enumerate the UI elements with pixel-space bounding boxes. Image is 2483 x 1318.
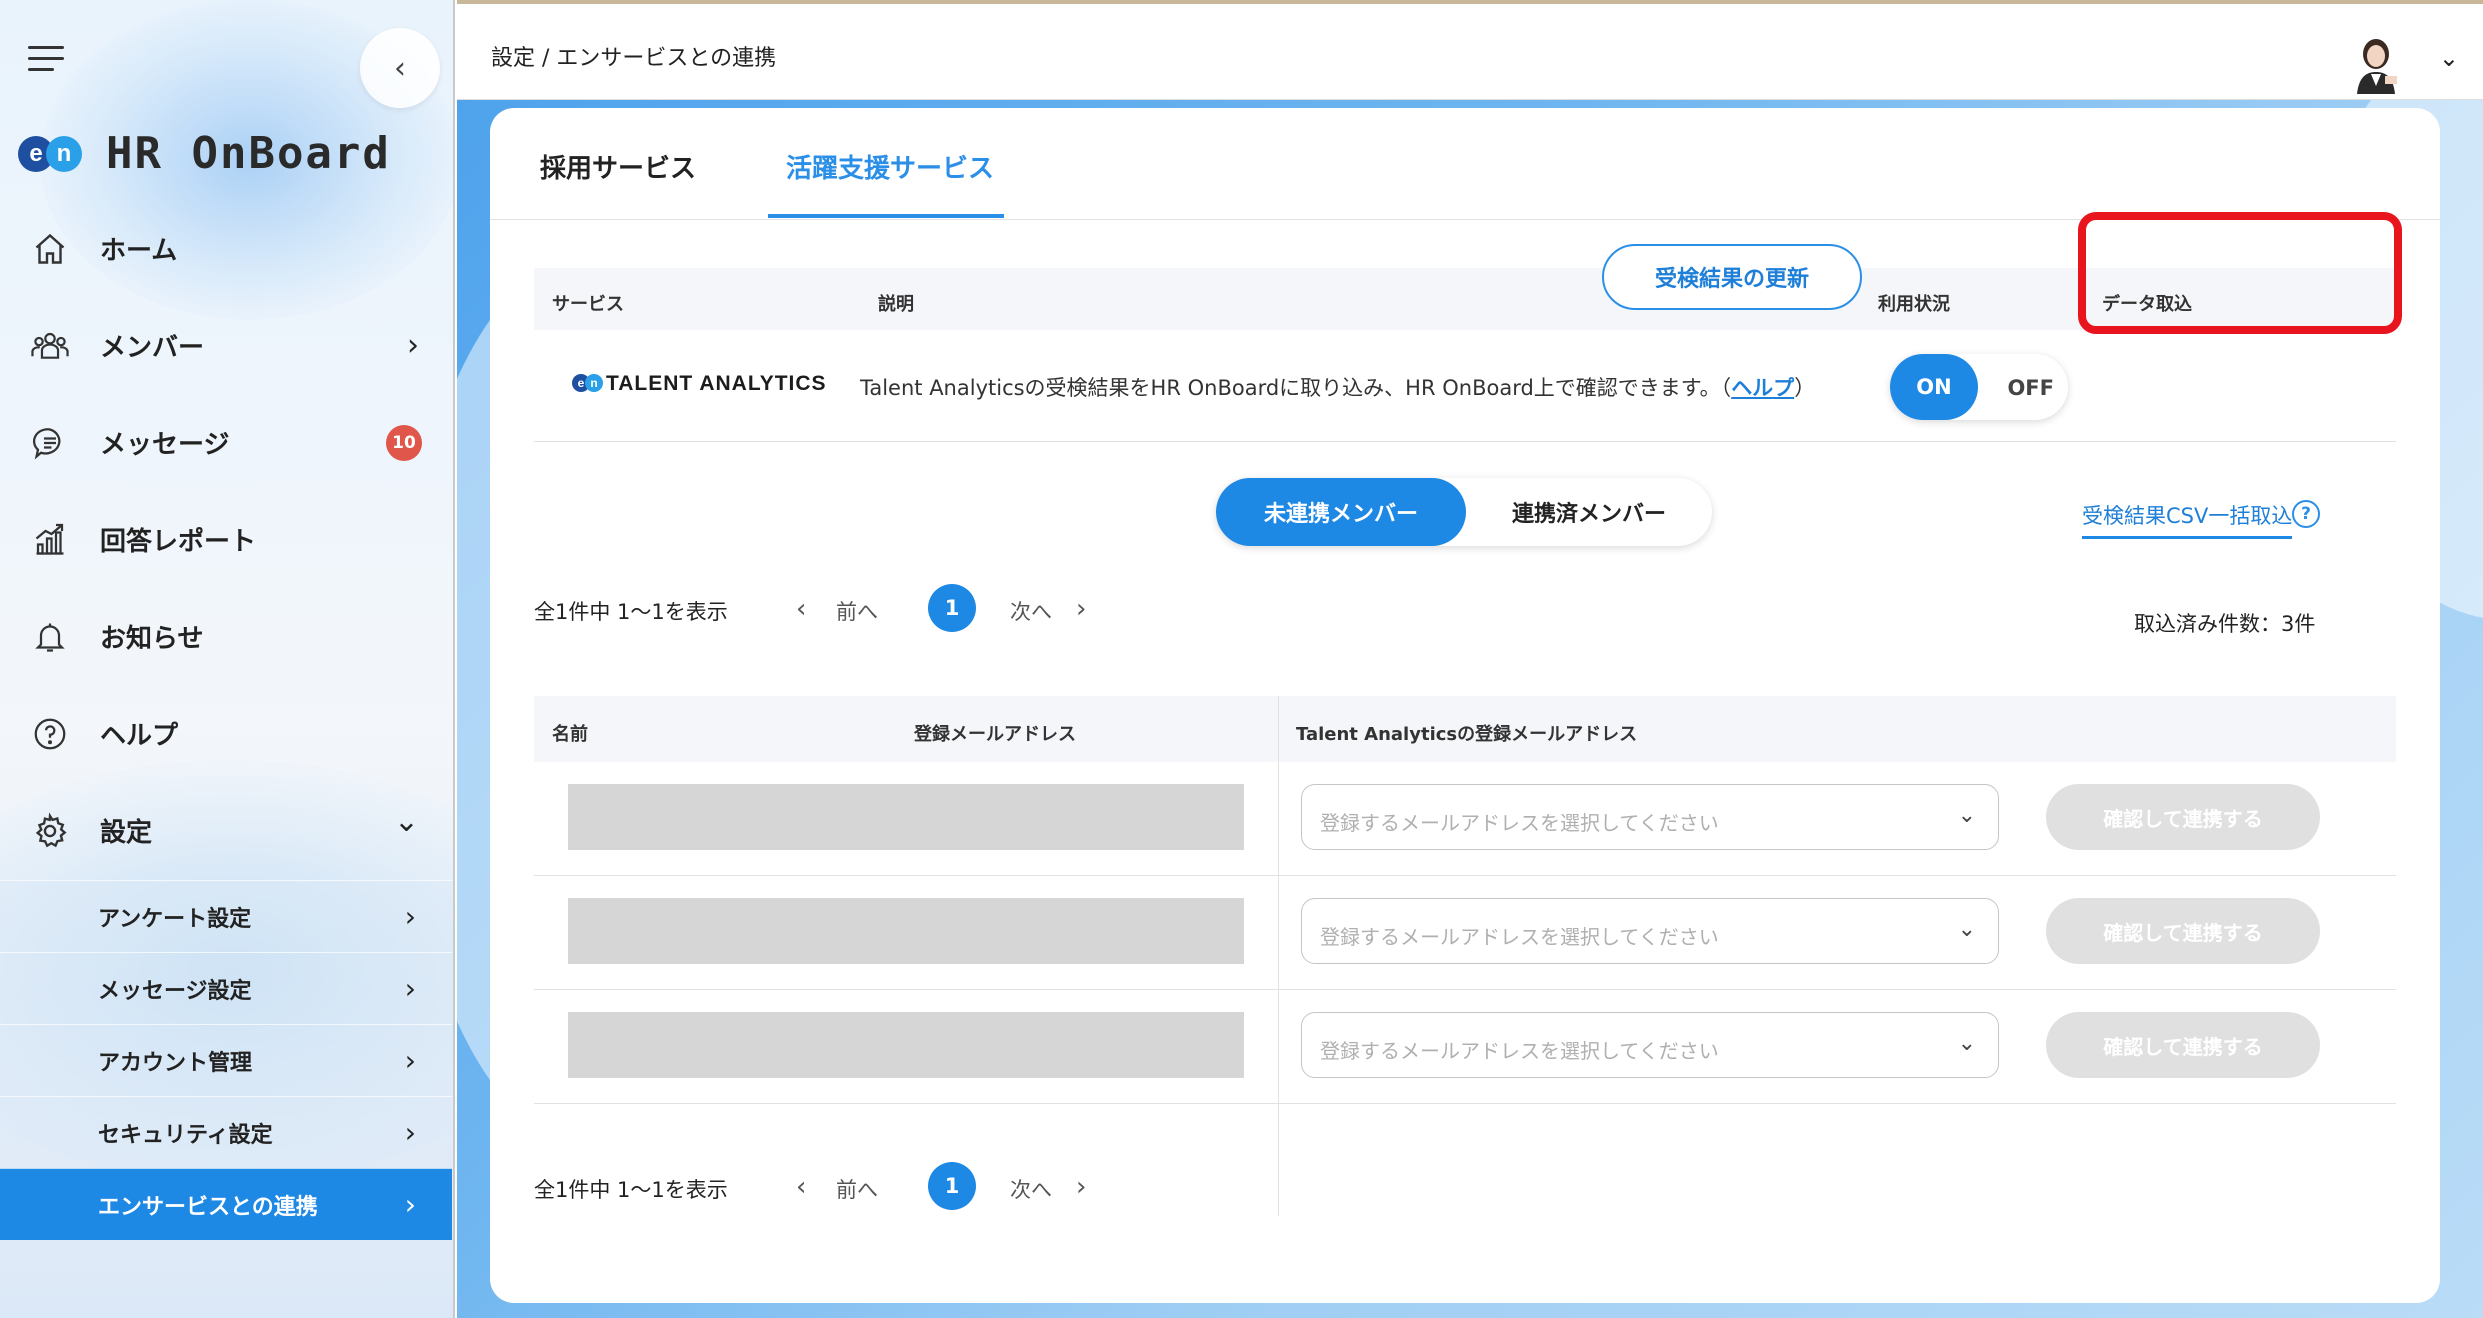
sidebar-item-label: アンケート設定 xyxy=(98,906,252,932)
sidebar-item-help[interactable]: ヘルプ xyxy=(0,685,453,782)
members-icon xyxy=(30,326,70,366)
service-row: en TALENT ANALYTICS Talent Analyticsの受検結… xyxy=(534,330,2396,442)
breadcrumb: 設定 / エンサービスとの連携 xyxy=(491,46,777,71)
sidebar-item-label: エンサービスとの連携 xyxy=(98,1194,318,1220)
email-select[interactable]: 登録するメールアドレスを選択してください ⌄ xyxy=(1301,784,1999,850)
column-header: 利用状況 xyxy=(1878,294,1950,315)
chevron-right-icon: › xyxy=(404,972,416,1005)
unread-badge: 10 xyxy=(386,424,422,461)
chevron-down-icon: ⌄ xyxy=(1957,1031,1976,1056)
tab-engagement[interactable]: 活躍支援サービス xyxy=(786,148,994,185)
sidebar: ‹ en HR OnBoard ホーム メンバー › メッセージ 10 回答レポ… xyxy=(0,0,455,1318)
top-header: 設定 / エンサービスとの連携 ⌄ xyxy=(457,0,2483,100)
bell-icon xyxy=(30,617,70,657)
segment-linked[interactable]: 連携済メンバー xyxy=(1466,478,1712,546)
chevron-down-icon: ⌄ xyxy=(1957,803,1976,828)
column-header: サービス xyxy=(552,294,624,315)
sidebar-item-message-settings[interactable]: メッセージ設定 › xyxy=(0,952,452,1024)
chevron-right-icon: › xyxy=(404,1188,416,1221)
member-segment-control: 未連携メンバー 連携済メンバー xyxy=(1216,478,1712,546)
email-select[interactable]: 登録するメールアドレスを選択してください ⌄ xyxy=(1301,1012,1999,1078)
sidebar-item-label: 設定 xyxy=(100,818,153,848)
chevron-down-icon: ⌄ xyxy=(1957,917,1976,942)
app-logo: en HR OnBoard xyxy=(18,128,391,179)
chevron-down-icon: ⌄ xyxy=(393,804,419,839)
active-tab-indicator xyxy=(768,214,1004,218)
report-icon xyxy=(30,520,70,560)
usage-toggle[interactable]: ON OFF xyxy=(1890,354,2068,420)
sidebar-item-en-service[interactable]: エンサービスとの連携 › xyxy=(0,1168,452,1240)
avatar[interactable] xyxy=(2349,34,2403,94)
chevron-down-icon[interactable]: ⌄ xyxy=(2439,44,2459,72)
column-header: 説明 xyxy=(878,294,914,315)
chevron-right-icon: › xyxy=(407,328,419,363)
message-icon xyxy=(30,423,70,463)
content-card: 採用サービス 活躍支援サービス サービス 説明 利用状況 データ取込 en TA… xyxy=(490,108,2440,1303)
sidebar-item-notice[interactable]: お知らせ xyxy=(0,588,453,685)
segment-unlinked[interactable]: 未連携メンバー xyxy=(1216,478,1466,546)
home-icon xyxy=(30,229,70,269)
sidebar-item-account[interactable]: アカウント管理 › xyxy=(0,1024,452,1096)
logo-text: HR OnBoard xyxy=(106,128,391,179)
sidebar-item-label: 回答レポート xyxy=(100,527,257,557)
sidebar-item-security[interactable]: セキュリティ設定 › xyxy=(0,1096,452,1168)
sidebar-item-report[interactable]: 回答レポート xyxy=(0,491,453,588)
toggle-on[interactable]: ON xyxy=(1890,354,1978,420)
chevron-right-icon: › xyxy=(404,1116,416,1149)
service-description: Talent Analyticsの受検結果をHR OnBoardに取り込み、HR… xyxy=(860,376,1816,400)
help-icon xyxy=(30,714,70,754)
sidebar-item-label: お知らせ xyxy=(100,624,204,654)
sidebar-item-survey-settings[interactable]: アンケート設定 › xyxy=(0,880,452,952)
sidebar-item-label: メッセージ設定 xyxy=(98,978,252,1004)
logo-mark: en xyxy=(18,134,84,174)
sidebar-item-label: セキュリティ設定 xyxy=(98,1122,273,1148)
help-link[interactable]: ヘルプ xyxy=(1731,376,1794,400)
tab-recruitment[interactable]: 採用サービス xyxy=(540,148,696,185)
sidebar-item-label: ヘルプ xyxy=(100,721,179,751)
collapse-sidebar-button[interactable]: ‹ xyxy=(360,28,440,108)
chevron-right-icon: › xyxy=(404,900,416,933)
toggle-off[interactable]: OFF xyxy=(2007,376,2054,400)
gear-icon xyxy=(30,811,70,851)
service-tabs: 採用サービス 活躍支援サービス xyxy=(490,108,2440,220)
sidebar-item-label: ホーム xyxy=(100,236,178,266)
sidebar-item-label: メンバー xyxy=(100,333,205,363)
sidebar-item-settings[interactable]: 設定 ⌄ xyxy=(0,782,453,879)
talent-analytics-logo: en TALENT ANALYTICS xyxy=(572,372,827,396)
email-select[interactable]: 登録するメールアドレスを選択してください ⌄ xyxy=(1301,898,1999,964)
settings-subnav: アンケート設定 › メッセージ設定 › アカウント管理 › セキュリティ設定 ›… xyxy=(0,880,452,1240)
menu-icon[interactable] xyxy=(16,28,76,88)
sidebar-nav: ホーム メンバー › メッセージ 10 回答レポート お知らせ ヘルプ 設定 ⌄ xyxy=(0,200,453,879)
sidebar-item-members[interactable]: メンバー › xyxy=(0,297,453,394)
sidebar-item-label: アカウント管理 xyxy=(98,1050,253,1076)
sidebar-item-messages[interactable]: メッセージ 10 xyxy=(0,394,453,491)
highlight-box xyxy=(2078,212,2402,334)
sidebar-item-label: メッセージ xyxy=(100,430,230,460)
update-results-button[interactable]: 受検結果の更新 xyxy=(1602,244,1862,310)
sidebar-item-home[interactable]: ホーム xyxy=(0,200,453,297)
chevron-right-icon: › xyxy=(404,1044,416,1077)
chevron-left-icon: ‹ xyxy=(394,50,406,86)
